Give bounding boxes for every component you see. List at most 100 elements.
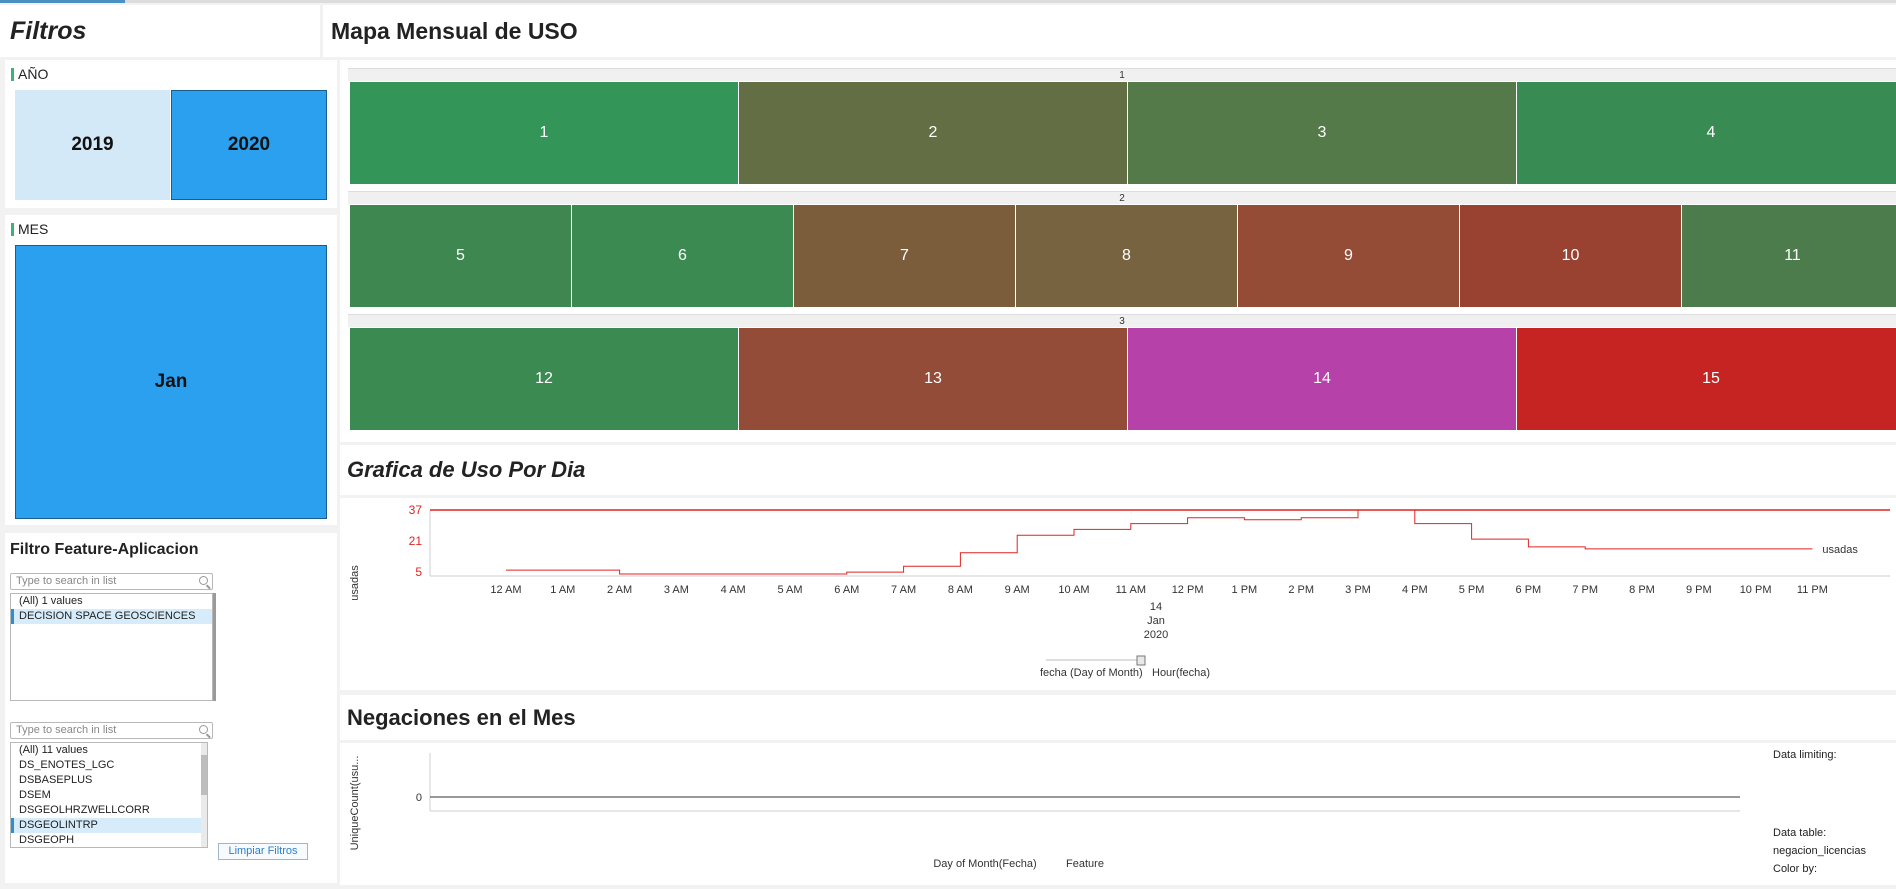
x-tick-label: 9 AM [1005, 584, 1030, 596]
heatmap-day-cell[interactable]: 7 [794, 205, 1016, 307]
month-option-jan[interactable]: Jan [15, 245, 327, 519]
heatmap-day-cell[interactable]: 14 [1128, 328, 1517, 430]
active-tab-indicator[interactable] [0, 0, 125, 3]
usage-line-chart[interactable]: 5 21 37 usadas 12 AM 1 AM 2 AM 3 AM 4 AM 5 AM 6 AM… [340, 498, 1896, 690]
list-item[interactable]: DSEM [11, 788, 207, 803]
data-table-value[interactable]: negacion_licencias [1773, 845, 1866, 857]
clear-filters-button[interactable]: Limpiar Filtros [218, 843, 308, 860]
slider-label: fecha (Day of Month) [1040, 667, 1143, 679]
heatmap-day-cell[interactable]: 13 [739, 328, 1128, 430]
scrollbar-thumb[interactable] [201, 755, 207, 795]
heatmap-header: Mapa Mensual de USO [323, 5, 1896, 57]
data-table-label: Data table: [1773, 827, 1827, 839]
year-filter-panel: AÑO 2019 2020 [5, 60, 337, 208]
x-tick-label: 1 PM [1232, 584, 1258, 596]
slider-label: Hour(fecha) [1152, 667, 1210, 679]
y-axis-label: usadas [349, 565, 361, 601]
x-tick-label: 3 AM [664, 584, 689, 596]
heatmap-day-cell[interactable]: 9 [1238, 205, 1460, 307]
month-label-text: MES [18, 221, 49, 237]
month-filter-panel: MES Jan [5, 215, 337, 525]
list-item[interactable]: DSGEOLHRZWELLCORR [11, 803, 207, 818]
heatmap-day-cell[interactable]: 11 [1682, 205, 1896, 307]
listbox-resize-bar[interactable] [213, 593, 216, 701]
label-accent-bar [11, 67, 14, 81]
x-axis-sub-label: 14 [1150, 601, 1162, 613]
top-tab-bar [0, 0, 1896, 3]
heatmap-day-cell[interactable]: 5 [350, 205, 572, 307]
heatmap-day-cell[interactable]: 3 [1128, 82, 1517, 184]
label-accent-bar [11, 222, 14, 236]
y-tick-label: 5 [415, 565, 422, 579]
listbox-scrollbar[interactable] [201, 743, 207, 847]
x-tick-label: 7 PM [1572, 584, 1598, 596]
week-header: 3 [348, 314, 1896, 327]
x-tick-label: 4 PM [1402, 584, 1428, 596]
x-tick-label: 11 PM [1797, 584, 1828, 596]
feature-search-input[interactable]: Type to search in list [10, 722, 213, 739]
heatmap-day-cell[interactable]: 8 [1016, 205, 1238, 307]
slider-handle[interactable] [1136, 655, 1146, 666]
year-option-2020[interactable]: 2020 [171, 90, 327, 200]
x-tick-label: 2 PM [1288, 584, 1314, 596]
application-search-input[interactable]: Type to search in list [10, 573, 213, 590]
list-item-selected[interactable]: DECISION SPACE GEOSCIENCES [11, 609, 212, 624]
heatmap-day-cell[interactable]: 4 [1517, 82, 1896, 184]
monthly-usage-heatmap: 1 1 2 3 4 2 5 6 7 8 9 10 11 3 12 13 14 15 [340, 60, 1896, 442]
list-item[interactable]: (All) 1 values [11, 594, 212, 609]
x-tick-label: 5 AM [777, 584, 802, 596]
list-item[interactable]: DSBASEPLUS [11, 773, 207, 788]
x-tick-label: 2 AM [607, 584, 632, 596]
x-tick-label: 4 AM [721, 584, 746, 596]
y-tick-label: 0 [416, 792, 422, 804]
list-item[interactable]: DS_ENOTES_LGC [11, 758, 207, 773]
week-header: 1 [348, 68, 1896, 81]
heatmap-day-cell[interactable]: 1 [350, 82, 739, 184]
x-tick-label: 3 PM [1345, 584, 1371, 596]
x-tick-label: 10 AM [1058, 584, 1089, 596]
y-axis-label: UniqueCount(usu... [349, 756, 361, 851]
heatmap-day-cell[interactable]: 12 [350, 328, 739, 430]
x-tick-label: 1 AM [550, 584, 575, 596]
heatmap-day-cell[interactable]: 15 [1517, 328, 1896, 430]
heatmap-title: Mapa Mensual de USO [331, 17, 578, 44]
negaciones-header: Negaciones en el Mes [340, 695, 1896, 740]
feature-listbox[interactable]: (All) 11 values DS_ENOTES_LGC DSBASEPLUS… [10, 742, 208, 848]
x-tick-label: 11 AM [1116, 584, 1146, 596]
year-option-2019[interactable]: 2019 [15, 90, 170, 200]
heatmap-day-cell[interactable]: 6 [572, 205, 794, 307]
search-icon [199, 725, 208, 734]
list-item-selected[interactable]: DSGEOLINTRP [11, 818, 207, 833]
data-limiting-label: Data limiting: [1773, 749, 1837, 761]
x-tick-label: 9 PM [1686, 584, 1712, 596]
series-end-label: usadas [1822, 544, 1858, 556]
negaciones-line-chart[interactable]: 0 UniqueCount(usu... Day of Month(Fecha) Fe… [340, 743, 1760, 885]
usage-series-line [506, 509, 1813, 575]
heatmap-day-cell[interactable]: 10 [1460, 205, 1682, 307]
y-tick-label: 37 [409, 503, 423, 517]
dashboard: Filtros AÑO 2019 2020 MES Jan Filtro Fea… [0, 0, 1896, 889]
list-item[interactable]: DSGEOPH [11, 833, 207, 847]
filters-title: Filtros [10, 16, 87, 45]
x-tick-label: 12 AM [490, 584, 521, 596]
application-listbox[interactable]: (All) 1 values DECISION SPACE GEOSCIENCE… [10, 593, 213, 701]
x-tick-label: 7 AM [891, 584, 916, 596]
list-item[interactable]: (All) 11 values [11, 743, 207, 758]
negaciones-title: Negaciones en el Mes [347, 704, 576, 730]
x-tick-label: 8 PM [1629, 584, 1655, 596]
x-axis-sub-label: Jan [1147, 615, 1165, 627]
usage-chart-title: Grafica de Uso Por Dia [347, 457, 586, 482]
week-header: 2 [348, 191, 1896, 204]
color-by-label: Color by: [1773, 863, 1818, 875]
year-filter-label: AÑO [11, 66, 48, 82]
usage-chart-header: Grafica de Uso Por Dia [340, 445, 1896, 495]
month-filter-label: MES [11, 221, 48, 237]
x-tick-label: 10 PM [1740, 584, 1772, 596]
negaciones-panel: 0 UniqueCount(usu... Day of Month(Fecha) Fe… [340, 743, 1896, 885]
usage-chart-panel: 5 21 37 usadas 12 AM 1 AM 2 AM 3 AM 4 AM 5 AM 6 AM… [340, 498, 1896, 690]
search-placeholder: Type to search in list [16, 724, 117, 736]
heatmap-day-cell[interactable]: 2 [739, 82, 1128, 184]
x-axis-label: Day of Month(Fecha) [933, 858, 1036, 870]
x-tick-label: 6 AM [834, 584, 859, 596]
year-label-text: AÑO [18, 66, 49, 82]
